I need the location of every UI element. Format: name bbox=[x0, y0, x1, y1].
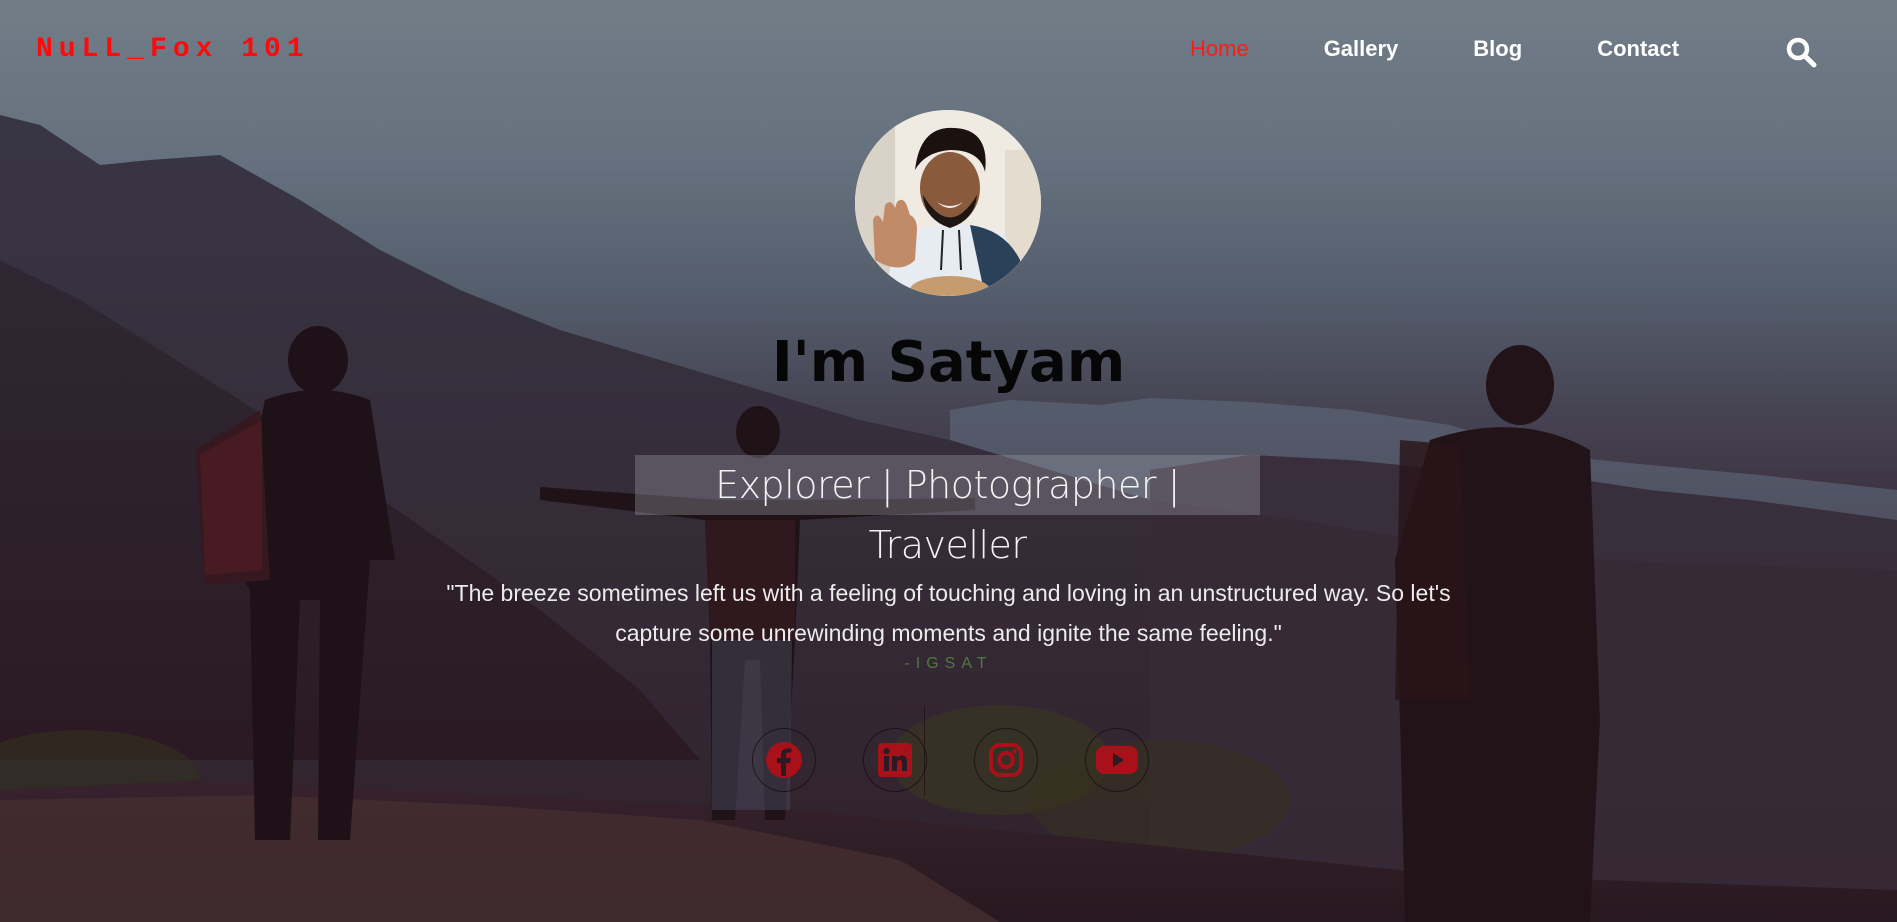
search-icon bbox=[1786, 37, 1817, 68]
search-button[interactable] bbox=[1785, 36, 1817, 68]
instagram-link[interactable] bbox=[974, 728, 1038, 792]
brand-logo[interactable]: NuLL_Fox 101 bbox=[36, 34, 310, 65]
nav-item-blog[interactable]: Blog bbox=[1473, 36, 1522, 62]
youtube-link[interactable] bbox=[1085, 728, 1149, 792]
nav-item-home[interactable]: Home bbox=[1190, 36, 1249, 62]
instagram-icon bbox=[989, 743, 1023, 777]
facebook-link[interactable] bbox=[752, 728, 816, 792]
quote-line-1: "The breeze sometimes left us with a fee… bbox=[446, 580, 1451, 606]
hero-name: I'm Satyam bbox=[771, 330, 1126, 395]
nav-item-gallery[interactable]: Gallery bbox=[1324, 36, 1399, 62]
quote-line-2: capture some unrewinding moments and ign… bbox=[615, 620, 1282, 646]
profile-photo bbox=[855, 110, 1041, 296]
quote-author: -IGSAT bbox=[904, 655, 993, 672]
nav-item-contact[interactable]: Contact bbox=[1597, 36, 1679, 62]
main-nav: Home Gallery Blog Contact bbox=[1190, 36, 1754, 62]
facebook-icon bbox=[766, 742, 802, 778]
linkedin-icon bbox=[878, 743, 912, 777]
linkedin-link[interactable] bbox=[863, 728, 927, 792]
hero-quote: "The breeze sometimes left us with a fee… bbox=[390, 573, 1507, 653]
profile-avatar bbox=[855, 110, 1041, 296]
hero-section: NuLL_Fox 101 Home Gallery Blog Contact I… bbox=[0, 0, 1897, 922]
youtube-icon bbox=[1096, 746, 1138, 774]
social-links bbox=[752, 728, 1196, 792]
hero-tagline: Explorer | Photographer | Traveller bbox=[635, 455, 1260, 567]
